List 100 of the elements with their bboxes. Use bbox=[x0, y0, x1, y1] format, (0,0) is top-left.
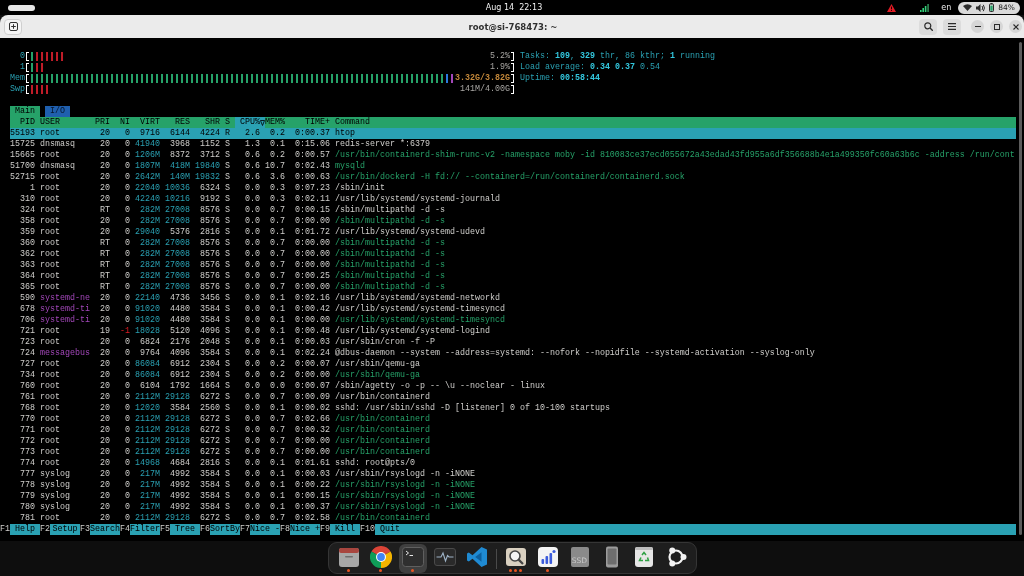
memory-percent: 0.1 bbox=[270, 337, 285, 348]
function-key[interactable]: F4Filter bbox=[120, 524, 160, 535]
virtual-memory-value: 217M bbox=[140, 469, 160, 480]
tab[interactable]: Main bbox=[10, 106, 40, 117]
maximize-button[interactable] bbox=[990, 20, 1003, 33]
bar-chart-icon[interactable] bbox=[536, 546, 559, 568]
column-header[interactable]: MEM% bbox=[265, 117, 285, 128]
virtual-memory-value: 18028 bbox=[135, 326, 160, 337]
command-text: /usr/bin/containerd bbox=[335, 513, 430, 524]
function-key[interactable]: F8Nice + bbox=[280, 524, 320, 535]
cpu-percent: 0.0 bbox=[245, 227, 260, 238]
process-row[interactable]: 781 root 20 0 2112M 29128 6272 S 0.0 0.7 0:02.58 /usr/bin/containerd bbox=[10, 513, 1016, 524]
process-row[interactable]: 768 root 20 0 12020 3584 2560 S 0.0 0.1 0:00.02 sshd: /usr/sbin/sshd -D [listener] 0 of 10-100 startups bbox=[10, 403, 1016, 414]
process-row[interactable]: 723 root 20 0 6824 2176 2048 S 0.0 0.1 0:00.03 /usr/sbin/cron -f -P bbox=[10, 337, 1016, 348]
column-header[interactable]: CPU% bbox=[235, 117, 265, 128]
process-row[interactable]: 360 root RT 0 282M 27008 8576 S 0.0 0.7 0:00.00 /sbin/multipathd -d -s bbox=[10, 238, 1016, 249]
process-row[interactable]: 771 root 20 0 2112M 29128 6272 S 0.0 0.7 0:00.32 /usr/bin/containerd bbox=[10, 425, 1016, 436]
virtual-memory-value: 91020 bbox=[135, 304, 160, 315]
function-key[interactable]: F10 Quit bbox=[360, 524, 405, 535]
function-key[interactable]: F3Search bbox=[80, 524, 120, 535]
process-row[interactable]: 761 root 20 0 2112M 29128 6272 S 0.0 0.7 0:00.09 /usr/bin/containerd bbox=[10, 392, 1016, 403]
column-header[interactable]: TIME+ bbox=[305, 117, 330, 128]
function-key[interactable]: F9 Kill bbox=[320, 524, 360, 535]
process-row[interactable]: 310 root 20 0 42240 10216 9192 S 0.0 0.3 0:02.11 /usr/lib/systemd/systemd-journald bbox=[10, 194, 1016, 205]
process-row[interactable]: 774 root 20 0 14968 4684 2816 S 0.0 0.1 0:01.61 sshd: root@pts/0 bbox=[10, 458, 1016, 469]
process-row[interactable]: 362 root RT 0 282M 27008 8576 S 0.0 0.7 0:00.00 /sbin/multipathd -d -s bbox=[10, 249, 1016, 260]
scrollbar[interactable] bbox=[1019, 42, 1022, 535]
minimize-button[interactable] bbox=[971, 20, 984, 33]
shared-memory-value: 6272 bbox=[200, 447, 220, 458]
process-row[interactable]: 52715 root 20 0 2642M 140M 19832 S 0.6 3.6 0:00.63 /usr/bin/dockerd -H fd:// --containerd=/run/containerd/containerd.sock bbox=[10, 172, 1016, 183]
cpu-time: 0:00.32 bbox=[295, 425, 330, 436]
column-header[interactable]: SHR bbox=[205, 117, 220, 128]
function-key[interactable]: F1 Help bbox=[0, 524, 40, 535]
memory-percent: 0.7 bbox=[270, 282, 285, 293]
column-header[interactable]: S bbox=[225, 117, 230, 128]
command-text: sshd: /usr/sbin/sshd -D [listener] 0 of 10-100 startups bbox=[335, 403, 610, 414]
virtual-memory-value: 6104 bbox=[140, 381, 160, 392]
process-row[interactable]: 770 root 20 0 2112M 29128 6272 S 0.0 0.7 0:02.66 /usr/bin/containerd bbox=[10, 414, 1016, 425]
keyboard-layout[interactable]: en bbox=[941, 3, 952, 12]
function-key[interactable]: F5 Tree bbox=[160, 524, 200, 535]
function-key[interactable]: F7Nice - bbox=[240, 524, 280, 535]
function-key[interactable]: F2 Setup bbox=[40, 524, 80, 535]
clock[interactable]: Aug 14 22:13 bbox=[485, 3, 543, 12]
new-tab-button[interactable] bbox=[4, 18, 22, 35]
menu-button[interactable] bbox=[943, 18, 961, 35]
process-row[interactable]: 721 root 19 -1 18028 5120 4096 S 0.0 0.1 0:00.48 /usr/lib/systemd/systemd-logind bbox=[10, 326, 1016, 337]
search-button[interactable] bbox=[919, 18, 937, 35]
resident-memory-value: 4684 bbox=[170, 458, 190, 469]
process-row[interactable]: 724 messagebus 20 0 9764 4096 3584 S 0.0 0.1 0:02.24 @dbus-daemon --system --address=systemd: --nofork --nopidfile --systemd-activation --syslog-only bbox=[10, 348, 1016, 359]
column-header[interactable]: PID bbox=[20, 117, 35, 128]
virtual-memory-value: 22140 bbox=[135, 293, 160, 304]
process-row[interactable]: 51700 dnsmasq 20 0 1807M 418M 19840 S 0.6 10.7 0:02.43 mysqld bbox=[10, 161, 1016, 172]
process-row[interactable]: 55193 root 20 0 9716 6144 4224 R 2.6 0.2 0:00.37 htop bbox=[10, 128, 1016, 139]
column-header[interactable]: PRI bbox=[95, 117, 110, 128]
process-row[interactable]: 778 syslog 20 0 217M 4992 3584 S 0.0 0.1 0:00.22 /usr/sbin/rsyslogd -n -iNONE bbox=[10, 480, 1016, 491]
process-row[interactable]: 358 root 20 0 282M 27008 8576 S 0.0 0.7 0:00.00 /sbin/multipathd -d -s bbox=[10, 216, 1016, 227]
column-header[interactable]: VIRT bbox=[140, 117, 160, 128]
drive-icon[interactable] bbox=[568, 546, 591, 568]
column-header[interactable]: NI bbox=[120, 117, 130, 128]
recycle-icon[interactable] bbox=[632, 546, 655, 568]
process-row[interactable]: 760 root 20 0 6104 1792 1664 S 0.0 0.0 0:00.07 /sbin/agetty -o -p -- \u --noclear - linux bbox=[10, 381, 1016, 392]
process-row[interactable]: 365 root RT 0 282M 27008 8576 S 0.0 0.7 0:00.00 /sbin/multipathd -d -s bbox=[10, 282, 1016, 293]
process-row[interactable]: 772 root 20 0 2112M 29128 6272 S 0.0 0.7 0:00.00 /usr/bin/containerd bbox=[10, 436, 1016, 447]
shared-memory-value: 3712 bbox=[200, 150, 220, 161]
folder-icon[interactable] bbox=[337, 546, 360, 568]
process-row[interactable]: 777 syslog 20 0 217M 4992 3584 S 0.0 0.1 0:00.03 /usr/sbin/rsyslogd -n -iNONE bbox=[10, 469, 1016, 480]
process-row[interactable]: 15725 dnsmasq 20 0 41940 3968 1152 S 1.3 0.1 0:15.06 redis-server *:6379 bbox=[10, 139, 1016, 150]
meter-reading: 141M/4.00G bbox=[460, 84, 510, 95]
shared-memory-value: 2816 bbox=[200, 227, 220, 238]
process-row[interactable]: 15665 root 20 0 1206M 8372 3712 S 0.6 0.2 0:00.57 /usr/bin/containerd-shim-runc-v2 -namespace moby -id 810083ce37ecd055672a43edad43fd955a6df356688b4e1a499350fc60a63b6c -address /run/cont bbox=[10, 150, 1016, 161]
command-text: mysqld bbox=[335, 161, 365, 172]
process-row[interactable]: 590 systemd-ne 20 0 22140 4736 3456 S 0.0 0.1 0:02.16 /usr/lib/systemd/systemd-networkd bbox=[10, 293, 1016, 304]
memory-percent: 0.7 bbox=[270, 238, 285, 249]
process-row[interactable]: 773 root 20 0 2112M 29128 6272 S 0.0 0.7 0:00.00 /usr/bin/containerd bbox=[10, 447, 1016, 458]
browser-icon[interactable] bbox=[369, 546, 392, 568]
process-row[interactable]: 706 systemd-ti 20 0 91020 4480 3584 S 0.0 0.1 0:00.00 /usr/lib/systemd/systemd-timesyncd bbox=[10, 315, 1016, 326]
process-row[interactable]: 678 systemd-ti 20 0 91020 4480 3584 S 0.0 0.1 0:00.42 /usr/lib/systemd/systemd-timesyncd bbox=[10, 304, 1016, 315]
column-header[interactable]: Command bbox=[335, 117, 370, 128]
column-header[interactable]: RES bbox=[175, 117, 190, 128]
user-name: root bbox=[40, 414, 60, 425]
resident-memory-value: 5120 bbox=[170, 326, 190, 337]
column-header[interactable]: USER bbox=[40, 117, 60, 128]
process-row[interactable]: 359 root 20 0 29040 5376 2816 S 0.0 0.1 0:01.72 /usr/lib/systemd/systemd-udevd bbox=[10, 227, 1016, 238]
workspace-indicator-icon[interactable] bbox=[8, 4, 35, 11]
pulse-monitor-icon[interactable] bbox=[433, 546, 456, 568]
process-row[interactable]: 780 syslog 20 0 217M 4992 3584 S 0.0 0.1 0:00.37 /usr/sbin/rsyslogd -n -iNONE bbox=[10, 502, 1016, 513]
process-row[interactable]: 1 root 20 0 22040 10036 6324 S 0.0 0.3 0:07.23 /sbin/init bbox=[10, 183, 1016, 194]
process-row[interactable]: 734 root 20 0 86084 6912 2304 S 0.0 0.2 0:00.00 /usr/sbin/qemu-ga bbox=[10, 370, 1016, 381]
nice-value: 0 bbox=[125, 502, 130, 513]
nice-value: 0 bbox=[125, 359, 130, 370]
function-key[interactable]: F6SortBy bbox=[200, 524, 240, 535]
magnifier-icon[interactable] bbox=[504, 546, 527, 568]
process-row[interactable]: 779 syslog 20 0 217M 4992 3584 S 0.0 0.1 0:00.15 /usr/sbin/rsyslogd -n -iNONE bbox=[10, 491, 1016, 502]
close-button[interactable] bbox=[1009, 20, 1022, 33]
shared-memory-value: 8576 bbox=[200, 238, 220, 249]
process-row[interactable]: 324 root RT 0 282M 27008 8576 S 0.0 0.7 0:00.15 /sbin/multipathd -d -s bbox=[10, 205, 1016, 216]
process-row[interactable]: 363 root RT 0 282M 27008 8576 S 0.0 0.7 0:00.00 /sbin/multipathd -d -s bbox=[10, 260, 1016, 271]
process-row[interactable]: 727 root 20 0 86084 6912 2304 S 0.0 0.2 0:00.07 /usr/sbin/qemu-ga bbox=[10, 359, 1016, 370]
process-row[interactable]: 364 root RT 0 282M 27008 8576 S 0.0 0.7 0:00.25 /sbin/multipathd -d -s bbox=[10, 271, 1016, 282]
code-editor-icon[interactable] bbox=[465, 546, 488, 568]
